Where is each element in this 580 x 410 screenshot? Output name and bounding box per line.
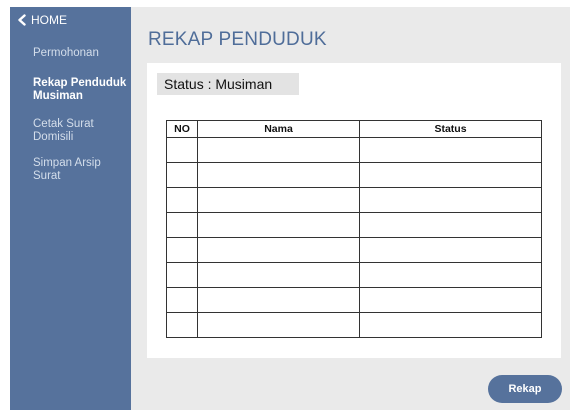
table-cell — [166, 137, 198, 163]
table-cell — [197, 187, 360, 213]
table-row — [166, 312, 542, 338]
sidebar-item-simpan-arsip-surat[interactable]: Simpan Arsip Surat — [33, 157, 129, 182]
table-cell — [359, 212, 542, 238]
sidebar: HOME Permohonan Rekap Penduduk Musiman C… — [10, 7, 131, 410]
sidebar-item-rekap-penduduk-musiman[interactable]: Rekap Penduduk Musiman — [33, 77, 129, 102]
table-cell — [359, 312, 542, 338]
table-header-row: NO Nama Status — [166, 120, 542, 138]
table-cell — [359, 237, 542, 263]
table-row — [166, 287, 542, 313]
table-row — [166, 262, 542, 288]
column-header-status: Status — [359, 120, 542, 138]
content-panel: Status : Musiman NO Nama Status — [147, 63, 561, 358]
status-label: Status : Musiman — [157, 73, 299, 95]
table-cell — [166, 187, 198, 213]
table-cell — [197, 137, 360, 163]
table-row — [166, 212, 542, 238]
home-link[interactable]: HOME — [16, 13, 67, 27]
table-cell — [359, 262, 542, 288]
table-cell — [197, 162, 360, 188]
table-cell — [166, 262, 198, 288]
table-row — [166, 162, 542, 188]
column-header-no: NO — [166, 120, 198, 138]
page-title: REKAP PENDUDUK — [148, 29, 327, 50]
table-cell — [359, 287, 542, 313]
table-cell — [166, 212, 198, 238]
table-cell — [197, 237, 360, 263]
table-cell — [166, 237, 198, 263]
table-cell — [359, 187, 542, 213]
table-cell — [359, 162, 542, 188]
sidebar-item-cetak-surat-domisili[interactable]: Cetak Surat Domisili — [33, 118, 129, 143]
table-cell — [197, 287, 360, 313]
data-table-container: NO Nama Status — [166, 120, 542, 338]
data-table: NO Nama Status — [166, 120, 542, 338]
table-cell — [166, 162, 198, 188]
rekap-button[interactable]: Rekap — [488, 375, 562, 403]
app-window: HOME Permohonan Rekap Penduduk Musiman C… — [10, 7, 570, 410]
table-cell — [359, 137, 542, 163]
table-cell — [166, 287, 198, 313]
table-row — [166, 187, 542, 213]
column-header-nama: Nama — [197, 120, 360, 138]
chevron-left-icon — [18, 14, 26, 26]
table-cell — [166, 312, 198, 338]
table-cell — [197, 262, 360, 288]
table-row — [166, 237, 542, 263]
home-label: HOME — [31, 13, 67, 27]
table-cell — [197, 312, 360, 338]
table-cell — [197, 212, 360, 238]
sidebar-item-permohonan[interactable]: Permohonan — [33, 47, 129, 60]
table-row — [166, 137, 542, 163]
